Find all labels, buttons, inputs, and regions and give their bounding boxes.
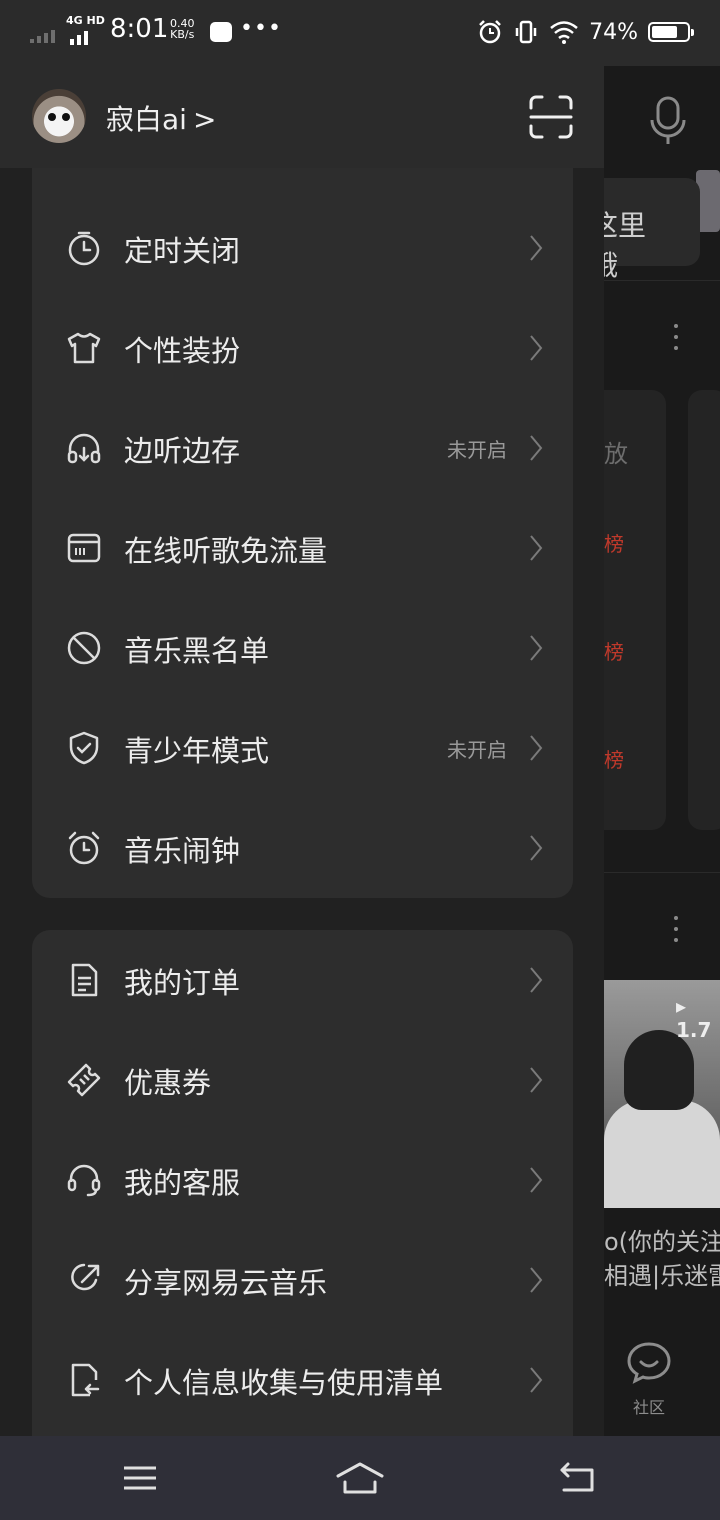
menu-item-label: 我的订单 (124, 966, 241, 1000)
chevron-right-icon (530, 967, 543, 993)
video-playcount: ▸ 1.7 (676, 994, 712, 1042)
search-hint-tooltip: 这里哦 (590, 178, 700, 282)
menu-item-teen-mode[interactable]: 青少年模式 未开启 (32, 698, 573, 798)
settings-card: 定时关闭 个性装扮 边听边存 未开启 在线听歌免流量 音乐黑名单 青少年模式 未… (32, 168, 573, 898)
alarm-icon (479, 20, 501, 44)
coupon-icon (67, 1063, 101, 1097)
vibrate-icon (515, 20, 537, 44)
rank-label: 榜 (604, 748, 624, 772)
more-dots-icon[interactable] (672, 916, 680, 949)
menu-item-label: 优惠券 (124, 1066, 212, 1100)
status-icons: 74% (477, 14, 694, 50)
speed-unit: KB/s (170, 28, 195, 41)
battery-percent: 74% (589, 19, 638, 45)
document-icon (71, 963, 98, 997)
playlist-card[interactable] (688, 390, 720, 830)
divider (604, 872, 720, 873)
menu-item-label: 分享网易云音乐 (124, 1266, 328, 1300)
status-bar: 4G HD 8:01 0.40 KB/s ••• 74% (0, 0, 720, 66)
chevron-right-icon (530, 1167, 543, 1193)
menu-item-label: 个性装扮 (124, 334, 241, 368)
menu-item-cache-while-listening[interactable]: 边听边存 未开启 (32, 398, 573, 498)
microphone-icon[interactable] (640, 92, 696, 148)
signal-icon (30, 24, 58, 43)
scan-icon[interactable] (528, 94, 574, 140)
menu-item-status: 未开启 (447, 738, 507, 762)
block-icon (67, 631, 101, 665)
headphones-download-icon (67, 433, 101, 464)
tab-community[interactable]: 社区 (604, 1340, 694, 1418)
menu-item-music-alarm[interactable]: 音乐闹钟 (32, 798, 573, 898)
video-title: 相遇|乐迷雷 (604, 1262, 720, 1290)
menu-item-personal-info-list[interactable]: 个人信息收集与使用清单 (32, 1330, 573, 1430)
drawer-header: 寂白ai > (0, 66, 604, 168)
system-navigation-bar (0, 1436, 720, 1520)
menu-item-label: 音乐黑名单 (124, 634, 270, 668)
chevron-right-icon (530, 635, 543, 661)
avatar[interactable] (32, 89, 86, 143)
play-label: 放 (604, 440, 628, 468)
menu-item-my-orders[interactable]: 我的订单 (32, 930, 573, 1030)
menu-item-label: 定时关闭 (124, 234, 241, 268)
chevron-right-icon (530, 435, 543, 461)
rank-label: 榜 (604, 532, 624, 556)
chevron-right-icon (530, 1067, 543, 1093)
tshirt-icon (67, 332, 101, 364)
menu-item-label: 个人信息收集与使用清单 (124, 1366, 444, 1400)
menu-item-customer-service[interactable]: 我的客服 (32, 1130, 573, 1230)
chevron-right-icon: > (192, 103, 217, 136)
share-icon (71, 1263, 100, 1291)
more-notifications-icon: ••• (240, 16, 282, 41)
chevron-right-icon (530, 235, 543, 261)
menu-item-label: 音乐闹钟 (124, 834, 241, 868)
menu-icon[interactable] (120, 1460, 160, 1496)
rank-label: 榜 (604, 640, 624, 664)
home-icon[interactable] (336, 1460, 384, 1496)
menu-item-share-app[interactable]: 分享网易云音乐 (32, 1230, 573, 1330)
timer-icon (68, 231, 100, 266)
more-dots-icon[interactable] (672, 324, 680, 357)
username: 寂白ai (106, 103, 187, 136)
tab-community-label: 社区 (632, 1398, 665, 1417)
alarm-clock-icon (68, 831, 100, 865)
menu-item-personalization[interactable]: 个性装扮 (32, 298, 573, 398)
side-drawer: 寂白ai > 定时关闭 个性装扮 边听边存 未开启 在线听歌免流量 音乐黑名单 … (0, 0, 604, 1436)
signal-strength-icon (70, 26, 91, 45)
file-list-icon (71, 1363, 100, 1397)
community-icon (627, 1342, 671, 1384)
menu-item-music-blacklist[interactable]: 音乐黑名单 (32, 598, 573, 698)
chevron-right-icon (530, 1367, 543, 1393)
back-icon[interactable] (558, 1460, 598, 1496)
chevron-right-icon (530, 735, 543, 761)
menu-item-label: 在线听歌免流量 (124, 534, 328, 568)
chevron-right-icon (530, 335, 543, 361)
menu-item-label: 边听边存 (124, 434, 241, 468)
chevron-right-icon (530, 1267, 543, 1293)
menu-item-status: 未开启 (447, 438, 507, 462)
sim-card-icon (67, 533, 101, 563)
wifi-icon (550, 21, 578, 44)
shield-check-icon (69, 731, 99, 765)
menu-item-sleep-timer[interactable]: 定时关闭 (32, 198, 573, 298)
menu-item-label: 青少年模式 (124, 734, 270, 768)
chevron-right-icon (530, 835, 543, 861)
video-title: o(你的关注 (604, 1228, 720, 1256)
network-speed: 0.40 KB/s (170, 18, 195, 40)
menu-item-label: 我的客服 (124, 1166, 241, 1200)
chevron-right-icon (530, 535, 543, 561)
menu-item-free-data[interactable]: 在线听歌免流量 (32, 498, 573, 598)
app-notification-icon (210, 22, 232, 42)
battery-icon (648, 22, 694, 42)
menu-item-coupons[interactable]: 优惠券 (32, 1030, 573, 1130)
divider (604, 280, 720, 281)
clock: 8:01 (110, 14, 169, 44)
headset-icon (67, 1164, 101, 1197)
services-card: 我的订单 优惠券 我的客服 分享网易云音乐 个人信息收集与使用清单 (32, 930, 573, 1436)
username-link[interactable]: 寂白ai > (106, 98, 216, 138)
